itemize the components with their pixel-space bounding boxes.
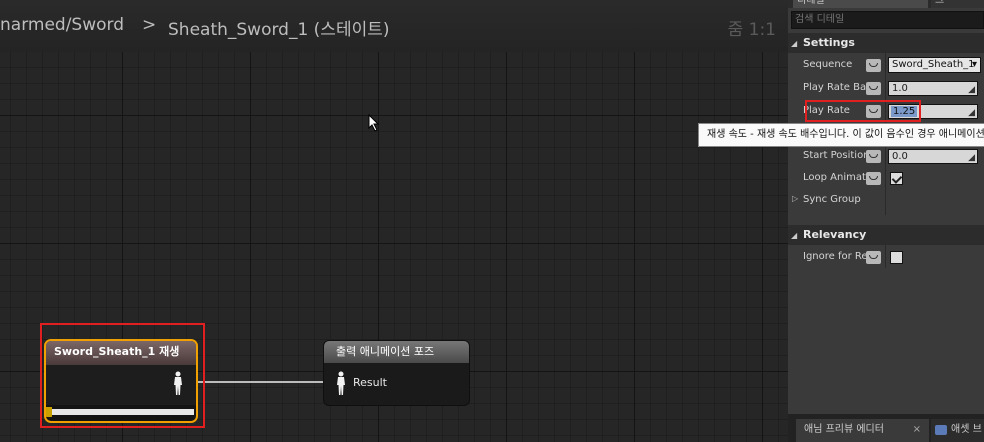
play-rate-basis-field[interactable]: 1.0 ◢: [888, 81, 978, 96]
sequence-dropdown[interactable]: Sword_Sheath_1 ▾: [888, 57, 981, 73]
pose-pin-icon[interactable]: [173, 371, 183, 397]
pose-wire[interactable]: [196, 381, 332, 383]
breadcrumb-current[interactable]: Sheath_Sword_1 (스테이트): [168, 15, 390, 40]
row-start-position: Start Position 0.0 ◢: [788, 145, 984, 168]
tab-label: 애셋 브: [951, 424, 982, 435]
property-label: Start Position: [803, 150, 869, 161]
category-title: Settings: [803, 36, 855, 49]
zoom-level: 줌 1:1: [727, 20, 776, 40]
property-label: Play Rate Basis: [803, 82, 869, 93]
node-title: 출력 애니메이션 포즈: [324, 341, 469, 363]
drag-grip-icon: ◢: [968, 153, 975, 163]
row-sync-group[interactable]: ▷ Sync Group: [788, 189, 984, 212]
property-label: Ignore for Relevancy: [803, 251, 869, 262]
row-loop-animation: Loop Animation: [788, 167, 984, 190]
expand-arrow-icon[interactable]: ▷: [792, 194, 798, 203]
asset-browser-icon: [935, 425, 947, 435]
details-tab-strip: 디테일 그: [788, 0, 984, 8]
result-pin-icon[interactable]: [336, 371, 346, 397]
pin-toggle-icon[interactable]: [866, 251, 881, 264]
details-panel: 디테일 그 검색 디테일 ◢ Settings Sequence Sword_Sh…: [788, 0, 984, 442]
dropdown-value: Sword_Sheath_1: [892, 59, 975, 70]
loop-animation-checkbox[interactable]: [890, 172, 903, 185]
ignore-for-relevancy-checkbox[interactable]: [890, 251, 903, 264]
pin-toggle-icon[interactable]: [866, 59, 881, 72]
category-title: Relevancy: [803, 228, 867, 241]
row-sequence: Sequence Sword_Sheath_1 ▾: [788, 54, 984, 77]
chevron-down-icon: ▾: [971, 59, 977, 70]
pin-toggle-icon[interactable]: [866, 172, 881, 185]
search-details-input[interactable]: 검색 디테일: [791, 11, 984, 29]
node-title: Sword_Sheath_1 재생: [46, 341, 196, 365]
start-position-field[interactable]: 0.0 ◢: [888, 149, 978, 164]
tab-asset-browser[interactable]: 애셋 브: [931, 419, 984, 442]
bottom-tab-strip: 애님 프리뷰 에디터 × 애셋 브: [788, 414, 984, 442]
playback-handle[interactable]: [46, 407, 52, 417]
property-label: Loop Animation: [803, 172, 869, 183]
sequence-player-node[interactable]: Sword_Sheath_1 재생: [44, 339, 198, 423]
collapse-arrow-icon: ◢: [791, 231, 798, 240]
play-rate-highlight: [805, 100, 921, 122]
anim-graph-canvas[interactable]: narmed/Sword > Sheath_Sword_1 (스테이트) 줌 1…: [0, 0, 788, 442]
mouse-cursor-icon: [368, 114, 380, 132]
breadcrumb-separator: >: [142, 15, 157, 35]
tab-anim-preview-editor[interactable]: 애님 프리뷰 에디터 ×: [796, 419, 929, 442]
property-label: Sync Group: [803, 194, 861, 205]
tab-label: 애님 프리뷰 에디터: [804, 424, 884, 435]
pin-toggle-icon[interactable]: [866, 82, 881, 95]
breadcrumb: narmed/Sword > Sheath_Sword_1 (스테이트) 줌 1…: [0, 0, 788, 52]
output-pose-node[interactable]: 출력 애니메이션 포즈 Result: [323, 340, 470, 406]
row-play-rate-basis: Play Rate Basis 1.0 ◢: [788, 77, 984, 100]
tab-other[interactable]: 그: [931, 0, 984, 8]
pin-toggle-icon[interactable]: [866, 150, 881, 163]
tab-details[interactable]: 디테일: [793, 0, 928, 8]
category-settings[interactable]: ◢ Settings: [788, 33, 984, 53]
field-value: 0.0: [892, 151, 908, 162]
row-ignore-for-relevancy: Ignore for Relevancy: [788, 246, 984, 269]
result-pin-label: Result: [353, 376, 387, 389]
breadcrumb-parent[interactable]: narmed/Sword: [0, 15, 124, 35]
node-body: [46, 365, 196, 405]
drag-grip-icon: ◢: [968, 108, 975, 118]
category-relevancy[interactable]: ◢ Relevancy: [788, 225, 984, 245]
collapse-arrow-icon: ◢: [791, 39, 798, 48]
play-rate-tooltip: 재생 속도 - 재생 속도 배수입니다. 이 값이 음수인 경우 애니메이션이: [698, 123, 984, 147]
drag-grip-icon: ◢: [968, 85, 975, 95]
property-label: Sequence: [803, 59, 853, 70]
field-value: 1.0: [892, 83, 908, 94]
close-icon[interactable]: ×: [913, 419, 921, 441]
playback-progress-bar: [48, 409, 194, 415]
